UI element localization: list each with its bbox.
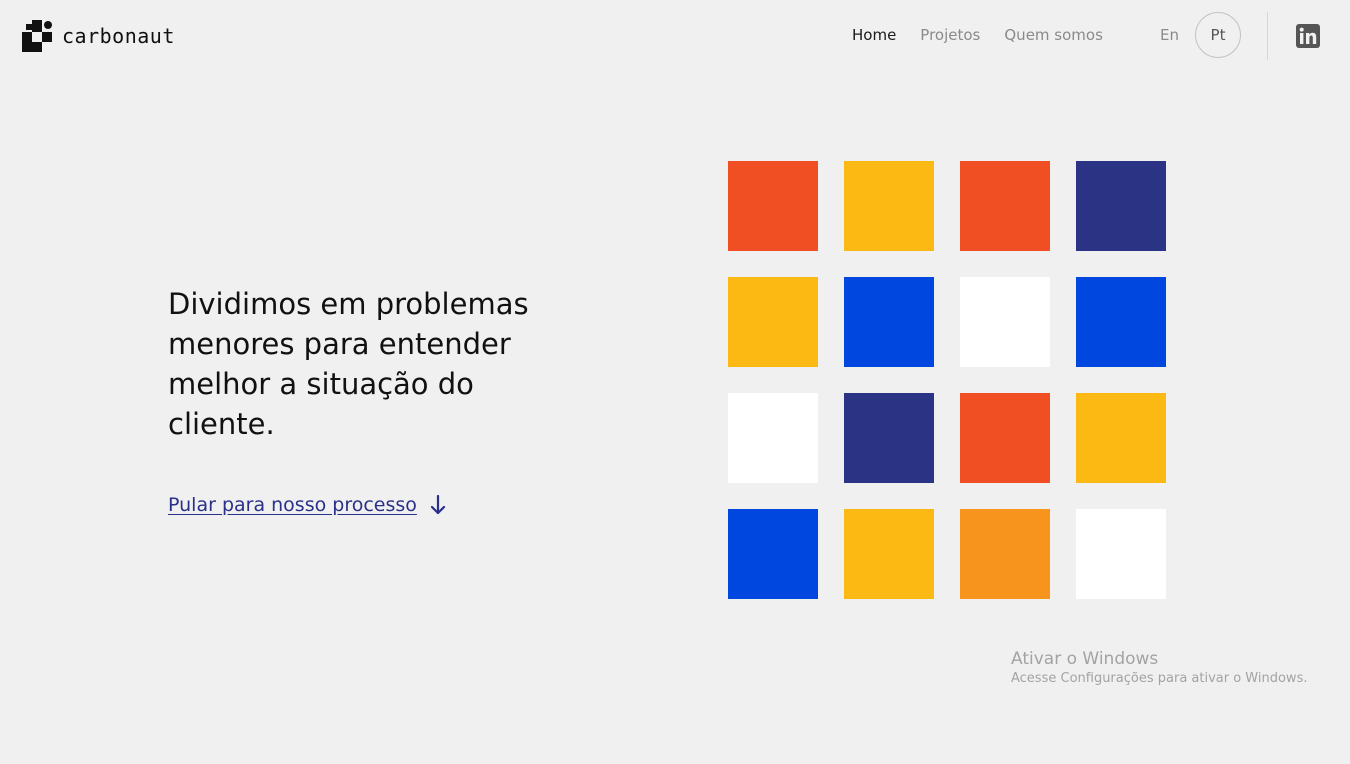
color-tile-yellow <box>844 509 934 599</box>
jump-to-process-link[interactable]: Pular para nosso processo <box>168 494 447 516</box>
brand-logo-link[interactable]: carbonaut <box>22 20 175 52</box>
language-en-button[interactable]: En <box>1160 24 1179 46</box>
arrow-down-icon <box>430 494 446 515</box>
color-tile-blue <box>844 277 934 367</box>
main-nav: Home Projetos Quem somos <box>852 24 1127 46</box>
linkedin-icon <box>1296 24 1320 48</box>
color-tile-yellow <box>844 161 934 251</box>
color-tile-yellow <box>728 277 818 367</box>
color-tile-orange <box>960 509 1050 599</box>
color-tile-white <box>728 393 818 483</box>
carbonaut-logo-icon <box>22 20 52 52</box>
color-tile-navy <box>844 393 934 483</box>
color-tile-white <box>1076 509 1166 599</box>
color-tile-yellow <box>1076 393 1166 483</box>
color-tile-blue <box>1076 277 1166 367</box>
color-tile-red <box>960 161 1050 251</box>
windows-activation-watermark: Ativar o Windows Acesse Configurações pa… <box>1011 648 1307 688</box>
language-pt-button[interactable]: Pt <box>1195 12 1241 58</box>
watermark-subtitle: Acesse Configurações para ativar o Windo… <box>1011 671 1308 686</box>
color-tile-red <box>960 393 1050 483</box>
color-tile-blue <box>728 509 818 599</box>
page: carbonaut Home Projetos Quem somos En Pt… <box>0 0 1350 764</box>
brand-name: carbonaut <box>62 24 175 48</box>
linkedin-link[interactable] <box>1296 24 1320 48</box>
nav-projetos-link[interactable]: Projetos <box>920 24 980 46</box>
color-tile-white <box>960 277 1050 367</box>
header-divider <box>1267 12 1268 60</box>
jump-to-process-label: Pular para nosso processo <box>168 494 417 516</box>
nav-home-link[interactable]: Home <box>852 24 896 46</box>
nav-quem-somos-link[interactable]: Quem somos <box>1004 24 1103 46</box>
hero-headline: Dividimos em problemas menores para ente… <box>168 287 529 441</box>
color-tile-navy <box>1076 161 1166 251</box>
color-tile-red <box>728 161 818 251</box>
color-tile-grid <box>728 161 1166 599</box>
watermark-title: Ativar o Windows <box>1011 649 1159 669</box>
